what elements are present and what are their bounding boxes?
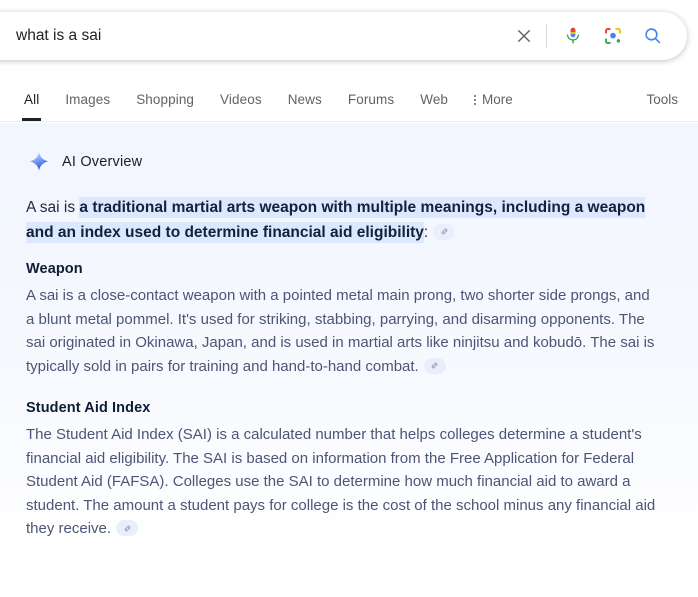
search-icon [645, 28, 661, 44]
citation-chip[interactable] [423, 357, 446, 374]
more-filters-label: More [482, 92, 513, 107]
lead-prefix: A sai is [26, 199, 80, 216]
more-filters-button[interactable]: More [474, 82, 513, 107]
search-divider [546, 24, 547, 48]
sparkle-icon [29, 152, 49, 171]
tab-forums[interactable]: Forums [348, 82, 394, 121]
microphone-icon [566, 27, 580, 44]
section-body: The Student Aid Index (SAI) is a calcula… [26, 423, 662, 541]
section-body-text: A sai is a close-contact weapon with a p… [26, 287, 655, 375]
section-heading: Student Aid Index [26, 400, 151, 416]
link-icon [441, 229, 448, 235]
search-nav-bar: All Images Shopping Videos News Forums W… [0, 82, 698, 122]
ai-overview-title: AI Overview [62, 154, 143, 170]
tab-news[interactable]: News [288, 82, 322, 121]
search-input[interactable] [16, 24, 504, 48]
lead-suffix: : [423, 224, 429, 241]
search-bar[interactable] [0, 12, 687, 60]
lens-search-button[interactable] [593, 16, 633, 56]
tab-web[interactable]: Web [420, 82, 448, 121]
search-bar-container [0, 12, 687, 60]
link-icon [124, 525, 130, 531]
voice-search-button[interactable] [553, 16, 593, 56]
ai-overview-panel: AI Overview A sai is a traditional marti… [0, 123, 698, 597]
tools-button[interactable]: Tools [646, 82, 678, 107]
citation-chip[interactable] [116, 520, 139, 537]
kebab-menu-icon [474, 93, 477, 107]
ai-overview-section-weapon: Weapon A sai is a close-contact weapon w… [26, 261, 672, 378]
close-icon [517, 29, 531, 43]
tab-shopping[interactable]: Shopping [136, 82, 194, 121]
tab-all[interactable]: All [21, 82, 42, 121]
ai-overview-lead: A sai is a traditional martial arts weap… [26, 195, 666, 245]
ai-overview-section-student-aid-index: Student Aid Index The Student Aid Index … [26, 400, 672, 541]
link-icon [431, 362, 438, 369]
nav-tabs: All Images Shopping Videos News Forums W… [21, 82, 513, 121]
submit-search-button[interactable] [633, 16, 673, 56]
lead-highlight: a traditional martial arts weapon with m… [26, 197, 646, 243]
clear-search-button[interactable] [504, 16, 544, 56]
ai-overview-header: AI Overview [28, 151, 672, 173]
search-actions [504, 16, 673, 56]
tab-videos[interactable]: Videos [220, 82, 262, 121]
google-lens-icon [605, 27, 621, 45]
tab-images[interactable]: Images [65, 82, 110, 121]
section-heading: Weapon [26, 261, 83, 277]
citation-chip[interactable] [433, 223, 456, 240]
section-body: A sai is a close-contact weapon with a p… [26, 284, 662, 378]
